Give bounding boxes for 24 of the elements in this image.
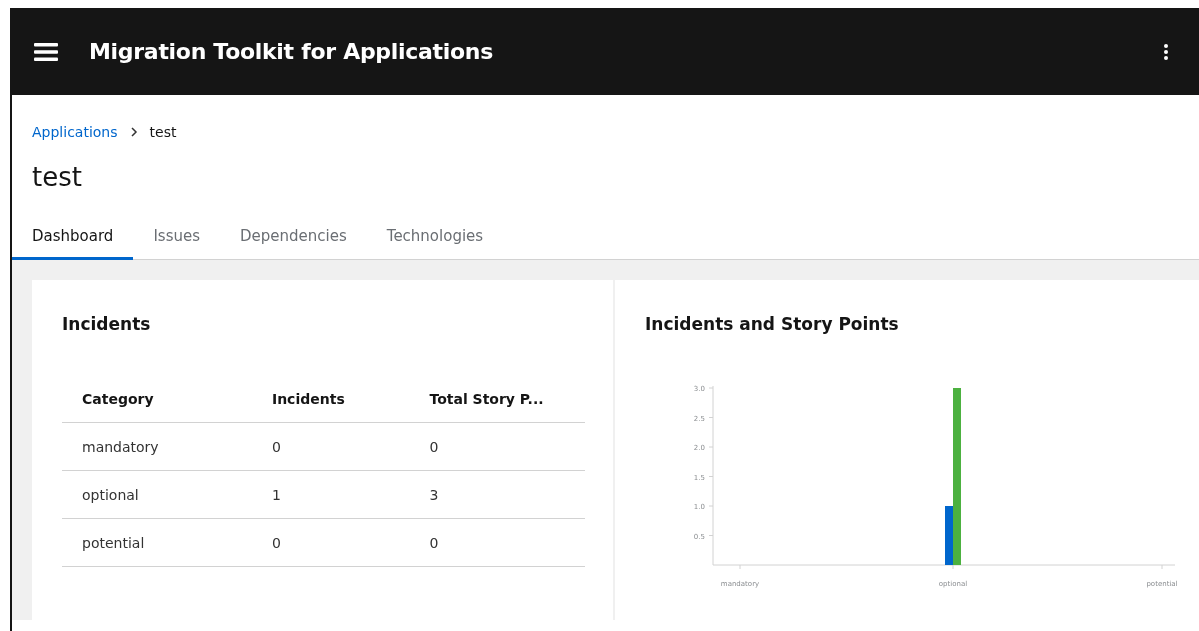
table-cell: 3 <box>409 470 585 519</box>
chevron-right-icon <box>129 127 138 137</box>
table-cell: 0 <box>409 518 585 567</box>
table-cell: 0 <box>251 518 410 567</box>
table-cell: 1 <box>251 470 410 519</box>
table-cell: 0 <box>251 422 410 471</box>
table-cell: 0 <box>409 422 585 471</box>
card-title: Incidents and Story Points <box>645 314 900 334</box>
breadcrumb-link[interactable]: Applications <box>32 124 118 140</box>
table-cell: potential <box>62 518 252 567</box>
table-cell: optional <box>62 470 252 519</box>
app-title: Migration Toolkit for Applications <box>89 39 494 64</box>
menu-icon[interactable] <box>34 41 58 62</box>
breadcrumb-current: test <box>149 124 177 140</box>
column-header: Total Story P... <box>409 370 585 423</box>
kebab-menu-icon[interactable] <box>1163 41 1169 62</box>
column-header: Incidents <box>251 370 410 423</box>
tab[interactable]: Issues <box>133 217 220 260</box>
tab[interactable]: Technologies <box>366 217 504 260</box>
table-cell: mandatory <box>62 422 252 471</box>
page-title: test <box>32 162 83 192</box>
column-header: Category <box>62 370 252 423</box>
tab[interactable]: Dependencies <box>220 217 367 260</box>
card-title: Incidents <box>62 314 152 334</box>
